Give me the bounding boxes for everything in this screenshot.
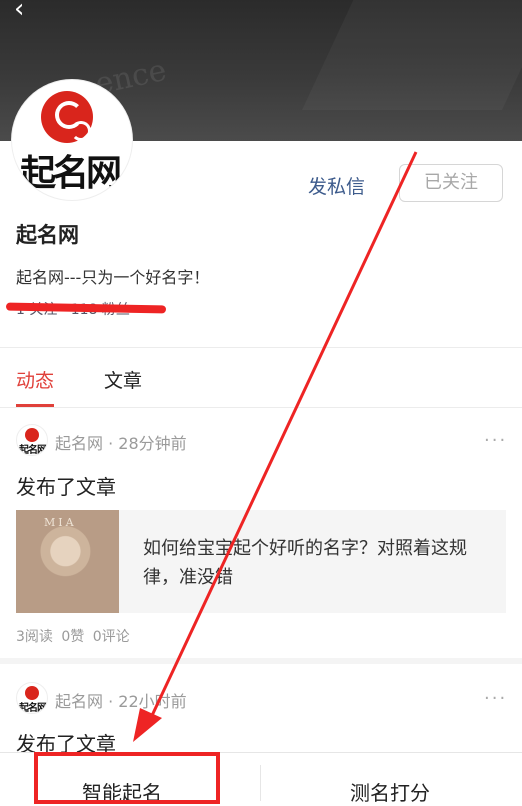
back-arrow-icon[interactable]: ‹ — [14, 0, 24, 24]
post-action: 发布了文章 — [16, 475, 116, 499]
tab-articles-label: 文章 — [104, 370, 143, 392]
more-options-icon[interactable]: ··· — [484, 430, 507, 451]
annotation-arrow-head — [133, 708, 162, 742]
logo-icon — [25, 428, 39, 442]
profile-stats: 1 关注 · 118 粉丝 — [5, 299, 167, 319]
highlight-box — [34, 752, 220, 804]
article-title: 如何给宝宝起个好听的名字？对照着这规律，准没错 — [143, 538, 467, 588]
tab-activity[interactable]: 动态 — [16, 366, 55, 407]
post-meta: 起名网 · 22小时前 — [55, 688, 187, 712]
tab-articles[interactable]: 文章 — [104, 366, 142, 393]
tab-activity-label: 动态 — [16, 370, 55, 392]
avatar-logo-text: 起名网 — [20, 152, 122, 194]
thumbnail-text: MIA — [44, 516, 77, 529]
post-avatar[interactable]: 起名网 — [16, 424, 48, 456]
more-options-icon[interactable]: ··· — [484, 688, 507, 709]
logo-icon — [25, 686, 39, 700]
feed-separator — [0, 658, 522, 664]
annotation-arrow-line — [147, 151, 418, 723]
profile-bio: 起名网---只为一个好名字！ — [16, 268, 210, 287]
post-counts: 3阅读 0赞 0评论 — [16, 629, 130, 645]
profile-name: 起名网 — [16, 223, 79, 247]
article-card[interactable]: MIA 如何给宝宝起个好听的名字？对照着这规律，准没错 — [16, 510, 506, 613]
avatar: 起名网 — [12, 80, 132, 200]
post-time: · 22小时前 — [108, 692, 187, 711]
post-author[interactable]: 起名网 — [55, 692, 103, 711]
tabs-divider — [0, 407, 522, 408]
name-score-button[interactable]: 测名打分 — [350, 777, 430, 806]
post-author[interactable]: 起名网 — [55, 434, 103, 453]
follow-button[interactable]: 已关注 — [399, 164, 503, 202]
send-message-button[interactable]: 发私信 — [308, 172, 365, 199]
banner-decoration — [302, 0, 522, 110]
logo-icon — [41, 91, 93, 143]
post-avatar-text: 起名网 — [19, 703, 47, 714]
post-meta: 起名网 · 28分钟前 — [55, 430, 187, 454]
article-thumbnail: MIA — [16, 510, 119, 613]
bottom-bar-separator — [260, 765, 261, 801]
divider — [0, 347, 522, 348]
post-avatar-text: 起名网 — [19, 445, 47, 456]
post-avatar[interactable]: 起名网 — [16, 682, 48, 714]
post-time: · 28分钟前 — [108, 434, 187, 453]
